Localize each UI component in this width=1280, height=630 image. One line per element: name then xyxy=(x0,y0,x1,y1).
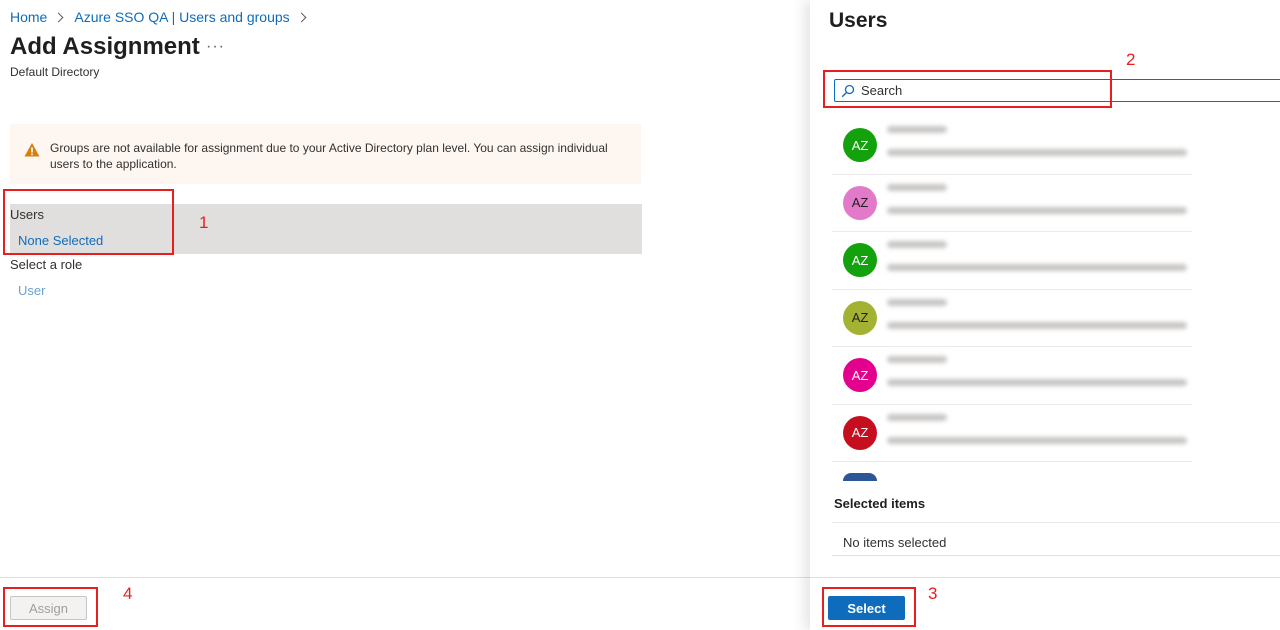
avatar: AZ xyxy=(843,185,877,220)
user-list-item[interactable]: AZ xyxy=(832,117,1192,175)
redacted-user-email xyxy=(887,379,1187,386)
divider xyxy=(832,555,1280,556)
page-subtitle: Default Directory xyxy=(10,65,100,79)
user-list-item[interactable]: AZ xyxy=(832,290,1192,347)
avatar: AZ xyxy=(843,415,877,450)
redacted-user-email xyxy=(887,436,1187,444)
user-list-item[interactable]: AZ xyxy=(832,347,1192,405)
warning-icon xyxy=(24,143,40,157)
annotation-box-2 xyxy=(823,70,1112,108)
redacted-user-email xyxy=(887,264,1187,271)
user-list-item[interactable]: AZ xyxy=(832,232,1192,290)
no-items-selected-text: No items selected xyxy=(843,535,947,550)
user-list-item[interactable]: AZ xyxy=(832,175,1192,232)
user-list: AZ AZ AZ AZ AZ AZ xyxy=(832,117,1192,477)
redacted-user-name xyxy=(887,126,947,133)
redacted-user-email xyxy=(887,149,1187,156)
avatar: AZ xyxy=(843,358,877,392)
left-footer xyxy=(0,577,810,630)
divider xyxy=(832,522,1280,523)
add-assignment-pane: Home Azure SSO QA | Users and groups Add… xyxy=(0,0,810,630)
avatar: AZ xyxy=(843,300,877,335)
warning-banner: Groups are not available for assignment … xyxy=(10,124,641,184)
breadcrumb: Home Azure SSO QA | Users and groups xyxy=(10,9,317,25)
annotation-box-1 xyxy=(3,189,174,255)
redacted-user-email xyxy=(887,321,1187,329)
annotation-number-4: 4 xyxy=(123,584,133,603)
redacted-user-name xyxy=(887,298,947,306)
breadcrumb-home[interactable]: Home xyxy=(10,9,47,25)
panel-title: Users xyxy=(829,9,888,32)
role-value-link[interactable]: User xyxy=(18,283,45,298)
right-footer-divider xyxy=(810,577,1280,578)
annotation-number-3: 3 xyxy=(928,584,938,603)
redacted-user-name xyxy=(887,413,947,421)
breadcrumb-users-and-groups[interactable]: Azure SSO QA | Users and groups xyxy=(74,9,289,25)
more-options-button[interactable]: ··· xyxy=(206,38,225,56)
annotation-number-1: 1 xyxy=(199,213,209,232)
annotation-box-4 xyxy=(3,587,98,627)
role-label: Select a role xyxy=(10,257,83,272)
avatar: AZ xyxy=(843,128,877,162)
redacted-user-name xyxy=(887,183,947,191)
warning-text: Groups are not available for assignment … xyxy=(50,141,608,171)
redacted-user-email xyxy=(887,206,1187,214)
page-title: Add Assignment xyxy=(10,33,200,60)
user-list-item[interactable]: AZ xyxy=(832,405,1192,462)
avatar xyxy=(843,473,877,481)
annotation-box-3 xyxy=(822,587,916,627)
chevron-right-icon xyxy=(53,12,64,22)
chevron-right-icon xyxy=(296,12,307,22)
avatar: AZ xyxy=(843,243,877,277)
redacted-user-name xyxy=(887,241,947,248)
redacted-user-name xyxy=(887,356,947,363)
annotation-number-2: 2 xyxy=(1126,50,1136,69)
selected-items-heading: Selected items xyxy=(834,496,926,511)
